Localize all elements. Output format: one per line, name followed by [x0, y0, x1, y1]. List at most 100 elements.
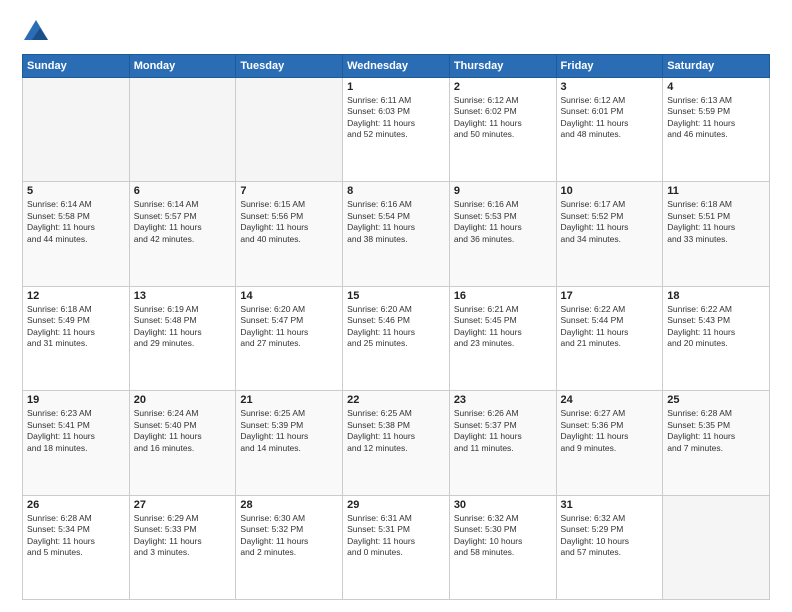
weekday-header-sunday: Sunday — [23, 55, 130, 78]
day-number: 18 — [667, 290, 765, 302]
day-number: 20 — [134, 394, 232, 406]
calendar-cell: 24 Sunrise: 6:27 AM Sunset: 5:36 PM Dayli… — [556, 391, 663, 495]
day-number: 21 — [240, 394, 338, 406]
day-number: 19 — [27, 394, 125, 406]
calendar-cell: 19 Sunrise: 6:23 AM Sunset: 5:41 PM Dayli… — [23, 391, 130, 495]
day-number: 16 — [454, 290, 552, 302]
calendar-table: SundayMondayTuesdayWednesdayThursdayFrid… — [22, 54, 770, 600]
cell-info: Sunrise: 6:23 AM Sunset: 5:41 PM Dayligh… — [27, 408, 125, 454]
day-number: 1 — [347, 81, 445, 93]
calendar-cell — [129, 78, 236, 182]
calendar-cell: 8 Sunrise: 6:16 AM Sunset: 5:54 PM Daylig… — [343, 182, 450, 286]
cell-info: Sunrise: 6:15 AM Sunset: 5:56 PM Dayligh… — [240, 199, 338, 245]
day-number: 10 — [561, 185, 659, 197]
cell-info: Sunrise: 6:22 AM Sunset: 5:44 PM Dayligh… — [561, 304, 659, 350]
calendar-week-row: 26 Sunrise: 6:28 AM Sunset: 5:34 PM Dayli… — [23, 495, 770, 599]
calendar-cell: 20 Sunrise: 6:24 AM Sunset: 5:40 PM Dayli… — [129, 391, 236, 495]
day-number: 26 — [27, 499, 125, 511]
calendar-week-row: 1 Sunrise: 6:11 AM Sunset: 6:03 PM Daylig… — [23, 78, 770, 182]
calendar-cell: 30 Sunrise: 6:32 AM Sunset: 5:30 PM Dayli… — [449, 495, 556, 599]
logo-icon — [22, 18, 50, 46]
day-number: 28 — [240, 499, 338, 511]
weekday-header-wednesday: Wednesday — [343, 55, 450, 78]
header — [22, 18, 770, 46]
day-number: 22 — [347, 394, 445, 406]
calendar-cell: 3 Sunrise: 6:12 AM Sunset: 6:01 PM Daylig… — [556, 78, 663, 182]
calendar-cell: 26 Sunrise: 6:28 AM Sunset: 5:34 PM Dayli… — [23, 495, 130, 599]
cell-info: Sunrise: 6:28 AM Sunset: 5:35 PM Dayligh… — [667, 408, 765, 454]
day-number: 15 — [347, 290, 445, 302]
day-number: 12 — [27, 290, 125, 302]
calendar-cell: 9 Sunrise: 6:16 AM Sunset: 5:53 PM Daylig… — [449, 182, 556, 286]
day-number: 23 — [454, 394, 552, 406]
calendar-week-row: 19 Sunrise: 6:23 AM Sunset: 5:41 PM Dayli… — [23, 391, 770, 495]
calendar-cell — [236, 78, 343, 182]
calendar-cell — [23, 78, 130, 182]
day-number: 11 — [667, 185, 765, 197]
calendar-cell: 5 Sunrise: 6:14 AM Sunset: 5:58 PM Daylig… — [23, 182, 130, 286]
calendar-cell: 17 Sunrise: 6:22 AM Sunset: 5:44 PM Dayli… — [556, 286, 663, 390]
calendar-cell: 22 Sunrise: 6:25 AM Sunset: 5:38 PM Dayli… — [343, 391, 450, 495]
day-number: 6 — [134, 185, 232, 197]
cell-info: Sunrise: 6:16 AM Sunset: 5:54 PM Dayligh… — [347, 199, 445, 245]
calendar-cell: 10 Sunrise: 6:17 AM Sunset: 5:52 PM Dayli… — [556, 182, 663, 286]
calendar-cell: 7Sunrise: 6:15 AM Sunset: 5:56 PM Daylig… — [236, 182, 343, 286]
cell-info: Sunrise: 6:25 AM Sunset: 5:39 PM Dayligh… — [240, 408, 338, 454]
day-number: 4 — [667, 81, 765, 93]
calendar-cell: 31Sunrise: 6:32 AM Sunset: 5:29 PM Dayli… — [556, 495, 663, 599]
day-number: 9 — [454, 185, 552, 197]
calendar-week-row: 5 Sunrise: 6:14 AM Sunset: 5:58 PM Daylig… — [23, 182, 770, 286]
cell-info: Sunrise: 6:21 AM Sunset: 5:45 PM Dayligh… — [454, 304, 552, 350]
calendar-cell: 1 Sunrise: 6:11 AM Sunset: 6:03 PM Daylig… — [343, 78, 450, 182]
cell-info: Sunrise: 6:20 AM Sunset: 5:46 PM Dayligh… — [347, 304, 445, 350]
calendar-cell: 11Sunrise: 6:18 AM Sunset: 5:51 PM Dayli… — [663, 182, 770, 286]
calendar-cell: 13 Sunrise: 6:19 AM Sunset: 5:48 PM Dayli… — [129, 286, 236, 390]
calendar-cell: 25 Sunrise: 6:28 AM Sunset: 5:35 PM Dayli… — [663, 391, 770, 495]
weekday-header-tuesday: Tuesday — [236, 55, 343, 78]
day-number: 8 — [347, 185, 445, 197]
day-number: 17 — [561, 290, 659, 302]
calendar-cell: 28 Sunrise: 6:30 AM Sunset: 5:32 PM Dayli… — [236, 495, 343, 599]
day-number: 14 — [240, 290, 338, 302]
cell-info: Sunrise: 6:14 AM Sunset: 5:58 PM Dayligh… — [27, 199, 125, 245]
cell-info: Sunrise: 6:24 AM Sunset: 5:40 PM Dayligh… — [134, 408, 232, 454]
calendar-cell: 16 Sunrise: 6:21 AM Sunset: 5:45 PM Dayli… — [449, 286, 556, 390]
day-number: 30 — [454, 499, 552, 511]
cell-info: Sunrise: 6:28 AM Sunset: 5:34 PM Dayligh… — [27, 513, 125, 559]
day-number: 5 — [27, 185, 125, 197]
cell-info: Sunrise: 6:32 AM Sunset: 5:30 PM Dayligh… — [454, 513, 552, 559]
calendar-cell: 15 Sunrise: 6:20 AM Sunset: 5:46 PM Dayli… — [343, 286, 450, 390]
cell-info: Sunrise: 6:26 AM Sunset: 5:37 PM Dayligh… — [454, 408, 552, 454]
cell-info: Sunrise: 6:29 AM Sunset: 5:33 PM Dayligh… — [134, 513, 232, 559]
calendar-cell: 2Sunrise: 6:12 AM Sunset: 6:02 PM Daylig… — [449, 78, 556, 182]
cell-info: Sunrise: 6:17 AM Sunset: 5:52 PM Dayligh… — [561, 199, 659, 245]
day-number: 3 — [561, 81, 659, 93]
cell-info: Sunrise: 6:22 AM Sunset: 5:43 PM Dayligh… — [667, 304, 765, 350]
calendar-cell: 12 Sunrise: 6:18 AM Sunset: 5:49 PM Dayli… — [23, 286, 130, 390]
day-number: 2 — [454, 81, 552, 93]
calendar-cell: 4Sunrise: 6:13 AM Sunset: 5:59 PM Daylig… — [663, 78, 770, 182]
day-number: 13 — [134, 290, 232, 302]
cell-info: Sunrise: 6:20 AM Sunset: 5:47 PM Dayligh… — [240, 304, 338, 350]
calendar-cell: 27 Sunrise: 6:29 AM Sunset: 5:33 PM Dayli… — [129, 495, 236, 599]
calendar-cell: 23 Sunrise: 6:26 AM Sunset: 5:37 PM Dayli… — [449, 391, 556, 495]
cell-info: Sunrise: 6:18 AM Sunset: 5:49 PM Dayligh… — [27, 304, 125, 350]
cell-info: Sunrise: 6:14 AM Sunset: 5:57 PM Dayligh… — [134, 199, 232, 245]
cell-info: Sunrise: 6:27 AM Sunset: 5:36 PM Dayligh… — [561, 408, 659, 454]
cell-info: Sunrise: 6:12 AM Sunset: 6:01 PM Dayligh… — [561, 95, 659, 141]
cell-info: Sunrise: 6:19 AM Sunset: 5:48 PM Dayligh… — [134, 304, 232, 350]
day-number: 31 — [561, 499, 659, 511]
calendar-cell — [663, 495, 770, 599]
cell-info: Sunrise: 6:30 AM Sunset: 5:32 PM Dayligh… — [240, 513, 338, 559]
cell-info: Sunrise: 6:16 AM Sunset: 5:53 PM Dayligh… — [454, 199, 552, 245]
day-number: 25 — [667, 394, 765, 406]
day-number: 27 — [134, 499, 232, 511]
day-number: 24 — [561, 394, 659, 406]
day-number: 29 — [347, 499, 445, 511]
cell-info: Sunrise: 6:25 AM Sunset: 5:38 PM Dayligh… — [347, 408, 445, 454]
calendar-week-row: 12 Sunrise: 6:18 AM Sunset: 5:49 PM Dayli… — [23, 286, 770, 390]
calendar-cell: 21 Sunrise: 6:25 AM Sunset: 5:39 PM Dayli… — [236, 391, 343, 495]
weekday-header-friday: Friday — [556, 55, 663, 78]
cell-info: Sunrise: 6:31 AM Sunset: 5:31 PM Dayligh… — [347, 513, 445, 559]
cell-info: Sunrise: 6:11 AM Sunset: 6:03 PM Dayligh… — [347, 95, 445, 141]
